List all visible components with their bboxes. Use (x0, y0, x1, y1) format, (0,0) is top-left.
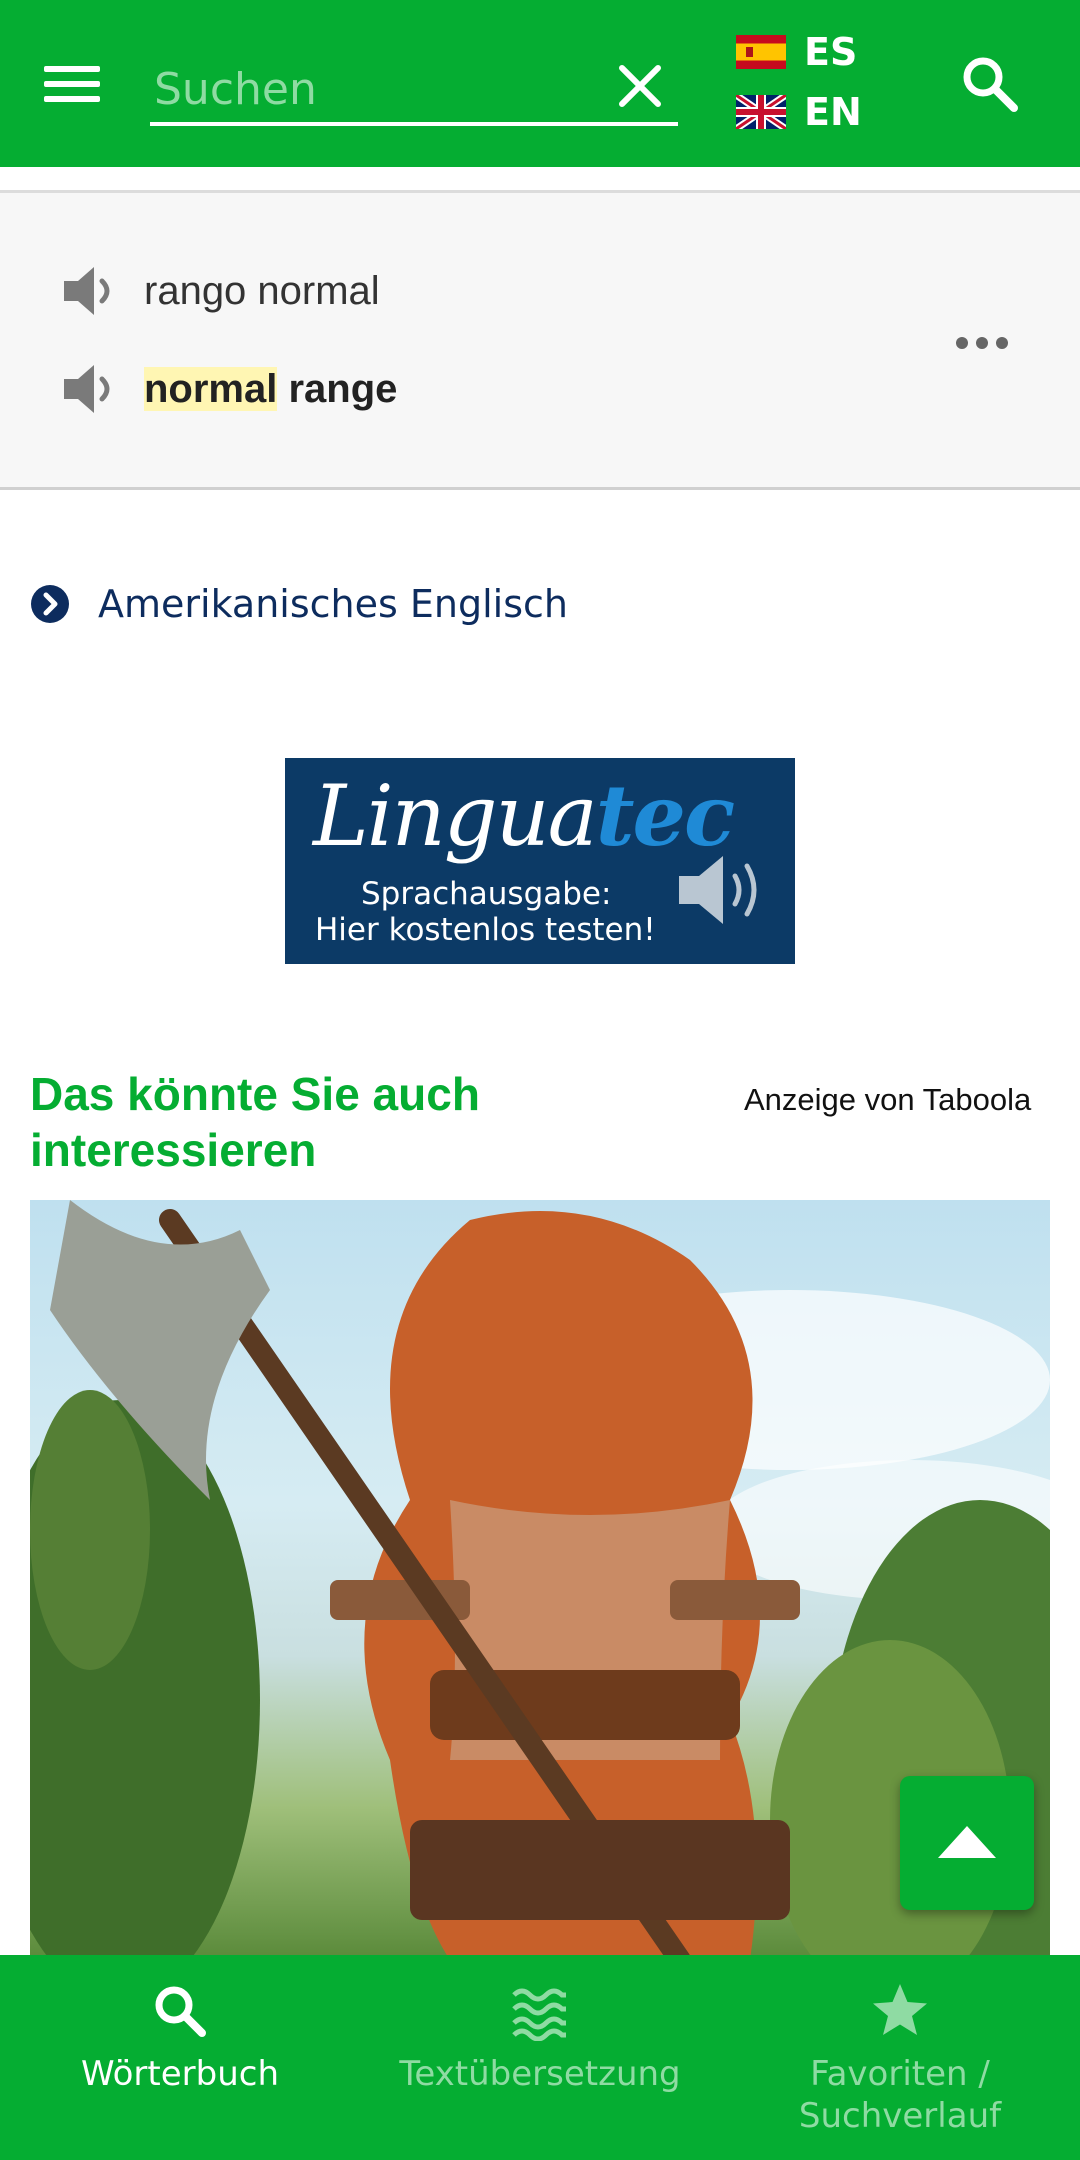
target-term-rest: range (277, 366, 398, 411)
ad-brand-logo: Linguatec (313, 766, 735, 865)
more-options-button[interactable] (956, 333, 1012, 353)
arrow-up-icon (938, 1826, 996, 1858)
sponsored-attribution[interactable]: Anzeige von Taboola (744, 1082, 1031, 1118)
variant-link[interactable]: Amerikanisches Englisch (30, 582, 568, 626)
lang-code-en: EN (804, 90, 862, 134)
clear-icon[interactable] (614, 60, 666, 112)
source-term: rango normal (144, 268, 380, 313)
linguatec-ad-banner[interactable]: Linguatec Sprachausgabe: Hier kostenlos … (285, 758, 795, 964)
source-language-es[interactable]: ES (736, 24, 857, 80)
recommendations-title: Das könnte Sie auch interessieren (30, 1068, 480, 1176)
search-field[interactable] (150, 52, 678, 126)
top-app-bar: ES EN (0, 0, 1080, 167)
tab-dictionary-label: Wörterbuch (80, 2054, 279, 2094)
search-match-highlight: normal (144, 366, 278, 411)
speaker-icon[interactable] (58, 259, 122, 323)
spain-flag-icon (736, 35, 786, 69)
ad-line-2: Hier kostenlos testen! (315, 912, 656, 948)
variant-link-label: Amerikanisches Englisch (98, 582, 568, 626)
waves-icon (512, 1988, 566, 2041)
tab-text-translation[interactable]: Textübersetzung (380, 1955, 700, 2160)
ad-line-1: Sprachausgabe: (361, 876, 612, 912)
uk-flag-icon (736, 95, 786, 129)
speaker-icon[interactable] (58, 357, 122, 421)
search-icon (155, 1986, 206, 2037)
target-entry: normal range (58, 357, 397, 421)
lang-code-es: ES (804, 30, 858, 74)
tab-favorites-history[interactable]: Favoriten / Suchverlauf (760, 1955, 1040, 2160)
menu-button[interactable] (44, 62, 104, 106)
chevron-right-circle-icon (31, 585, 69, 623)
search-input[interactable] (152, 56, 596, 122)
source-entry: rango normal (58, 259, 380, 323)
speaker-icon (679, 856, 757, 924)
target-language-en[interactable]: EN (736, 84, 862, 140)
search-icon[interactable] (958, 52, 1022, 116)
star-icon (873, 1984, 927, 2035)
bottom-navigation: Wörterbuch Textübersetzung Favoriten / S… (0, 1955, 1080, 2160)
sponsored-article-image[interactable] (30, 1200, 1050, 1960)
target-term: normal range (144, 366, 398, 412)
translation-result: rango normal normal range (0, 190, 1080, 490)
scroll-to-top-button[interactable] (900, 1776, 1034, 1910)
tab-favorites-history-label: Favoriten / Suchverlauf (798, 2054, 1002, 2136)
tab-dictionary[interactable]: Wörterbuch (40, 1955, 320, 2160)
tab-text-translation-label: Textübersetzung (399, 2054, 681, 2094)
